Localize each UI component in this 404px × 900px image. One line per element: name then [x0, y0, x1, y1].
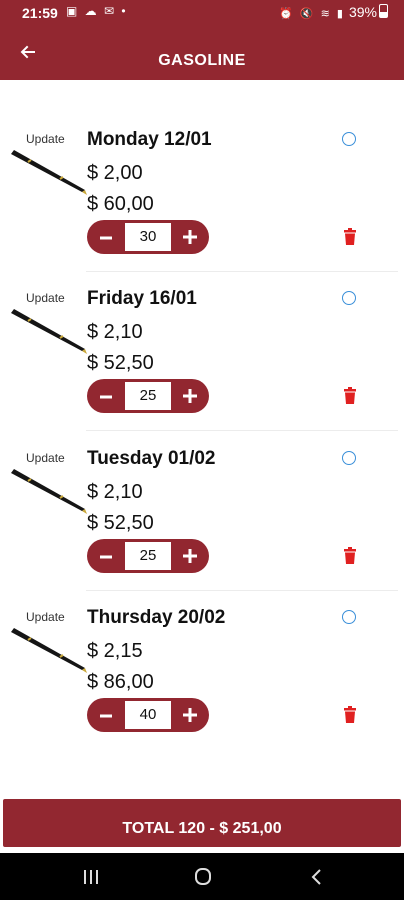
back-nav-button[interactable]	[296, 863, 336, 891]
decrement-button[interactable]	[87, 698, 125, 732]
home-button[interactable]	[183, 863, 223, 891]
list-item: Update Tuesday 01/02 $ 2,10 $ 52,50 25	[0, 431, 404, 591]
update-label: Update	[26, 291, 65, 305]
increment-button[interactable]	[171, 220, 209, 254]
total-button[interactable]: TOTAL 120 - $ 251,00	[3, 799, 401, 847]
status-bar: 21:59 ▣ ☁ ✉ • ⏰ 🔇 ≋ ▮ 39%	[0, 0, 404, 28]
plus-icon	[183, 389, 197, 403]
quantity-stepper: 25	[87, 379, 209, 413]
select-radio[interactable]	[342, 610, 356, 624]
update-label: Update	[26, 610, 65, 624]
system-nav-bar	[0, 853, 404, 900]
minus-icon	[100, 236, 112, 240]
plus-icon	[183, 708, 197, 722]
trash-icon[interactable]	[343, 706, 357, 724]
pen-icon	[11, 309, 87, 354]
notification-icons: ▣ ☁ ✉ •	[66, 4, 128, 18]
home-icon	[195, 868, 211, 885]
entry-total: $ 52,50	[87, 512, 154, 534]
total-label: TOTAL 120 - $ 251,00	[122, 820, 282, 837]
system-status: ⏰ 🔇 ≋ ▮ 39%	[279, 4, 388, 20]
page-title: GASOLINE	[158, 52, 246, 69]
entry-unit-price: $ 2,10	[87, 321, 143, 343]
select-radio[interactable]	[342, 451, 356, 465]
entry-unit-price: $ 2,10	[87, 481, 143, 503]
decrement-button[interactable]	[87, 379, 125, 413]
quantity-value[interactable]: 40	[125, 701, 171, 729]
pen-icon	[11, 628, 87, 673]
entry-date: Monday 12/01	[87, 129, 212, 150]
entry-unit-price: $ 2,00	[87, 162, 143, 184]
list-item: Update Thursday 20/02 $ 2,15 $ 86,00 40	[0, 590, 404, 750]
quantity-stepper: 25	[87, 539, 209, 573]
app-bar: GASOLINE	[0, 28, 404, 80]
entry-total: $ 60,00	[87, 193, 154, 215]
quantity-value[interactable]: 25	[125, 382, 171, 410]
decrement-button[interactable]	[87, 220, 125, 254]
quantity-stepper: 30	[87, 220, 209, 254]
quantity-stepper: 40	[87, 698, 209, 732]
pen-icon	[11, 150, 87, 195]
update-button[interactable]: Update	[0, 610, 88, 680]
entry-date: Friday 16/01	[87, 288, 197, 309]
trash-icon[interactable]	[343, 387, 357, 405]
increment-button[interactable]	[171, 698, 209, 732]
update-button[interactable]: Update	[0, 132, 88, 202]
trash-icon[interactable]	[343, 547, 357, 565]
minus-icon	[100, 714, 112, 718]
increment-button[interactable]	[171, 379, 209, 413]
list-item: Update Monday 12/01 $ 2,00 $ 60,00 30	[0, 112, 404, 272]
minus-icon	[100, 555, 112, 559]
plus-icon	[183, 230, 197, 244]
update-label: Update	[26, 451, 65, 465]
entry-date: Thursday 20/02	[87, 607, 226, 628]
quantity-value[interactable]: 30	[125, 223, 171, 251]
battery-level: 39%	[348, 4, 377, 20]
minus-icon	[100, 395, 112, 399]
update-button[interactable]: Update	[0, 291, 88, 361]
decrement-button[interactable]	[87, 539, 125, 573]
select-radio[interactable]	[342, 132, 356, 146]
increment-button[interactable]	[171, 539, 209, 573]
entry-total: $ 52,50	[87, 352, 154, 374]
entry-total: $ 86,00	[87, 671, 154, 693]
select-radio[interactable]	[342, 291, 356, 305]
update-label: Update	[26, 132, 65, 146]
entry-unit-price: $ 2,15	[87, 640, 143, 662]
pen-icon	[11, 469, 87, 514]
plus-icon	[183, 549, 197, 563]
entry-date: Tuesday 01/02	[87, 448, 216, 469]
recent-apps-button[interactable]	[71, 863, 111, 891]
quantity-value[interactable]: 25	[125, 542, 171, 570]
back-chevron-icon	[311, 869, 321, 885]
battery-icon	[379, 4, 388, 18]
update-button[interactable]: Update	[0, 451, 88, 521]
status-time: 21:59	[22, 5, 58, 21]
trash-icon[interactable]	[343, 228, 357, 246]
recent-apps-icon	[84, 870, 98, 884]
system-icons: ⏰ 🔇 ≋ ▮	[279, 8, 345, 20]
list-item: Update Friday 16/01 $ 2,10 $ 52,50 25	[0, 271, 404, 431]
